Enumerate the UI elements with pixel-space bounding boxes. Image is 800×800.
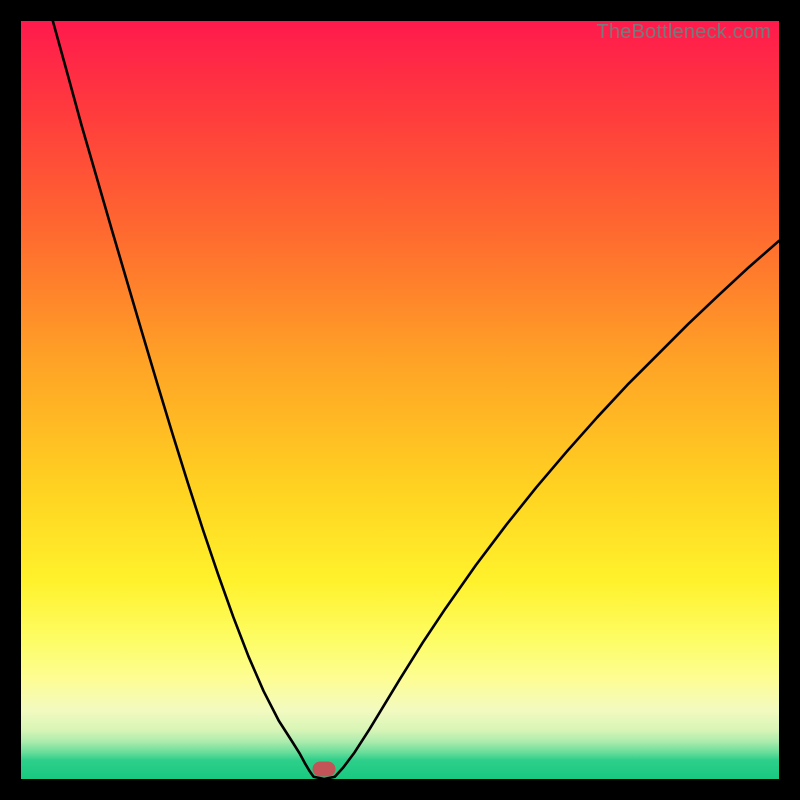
watermark-text: TheBottleneck.com [596,21,771,44]
bottleneck-curve [53,21,779,779]
curve-layer [21,21,779,779]
plot-area: TheBottleneck.com [21,21,779,779]
frame: TheBottleneck.com [0,0,800,800]
valley-marker [313,762,336,777]
